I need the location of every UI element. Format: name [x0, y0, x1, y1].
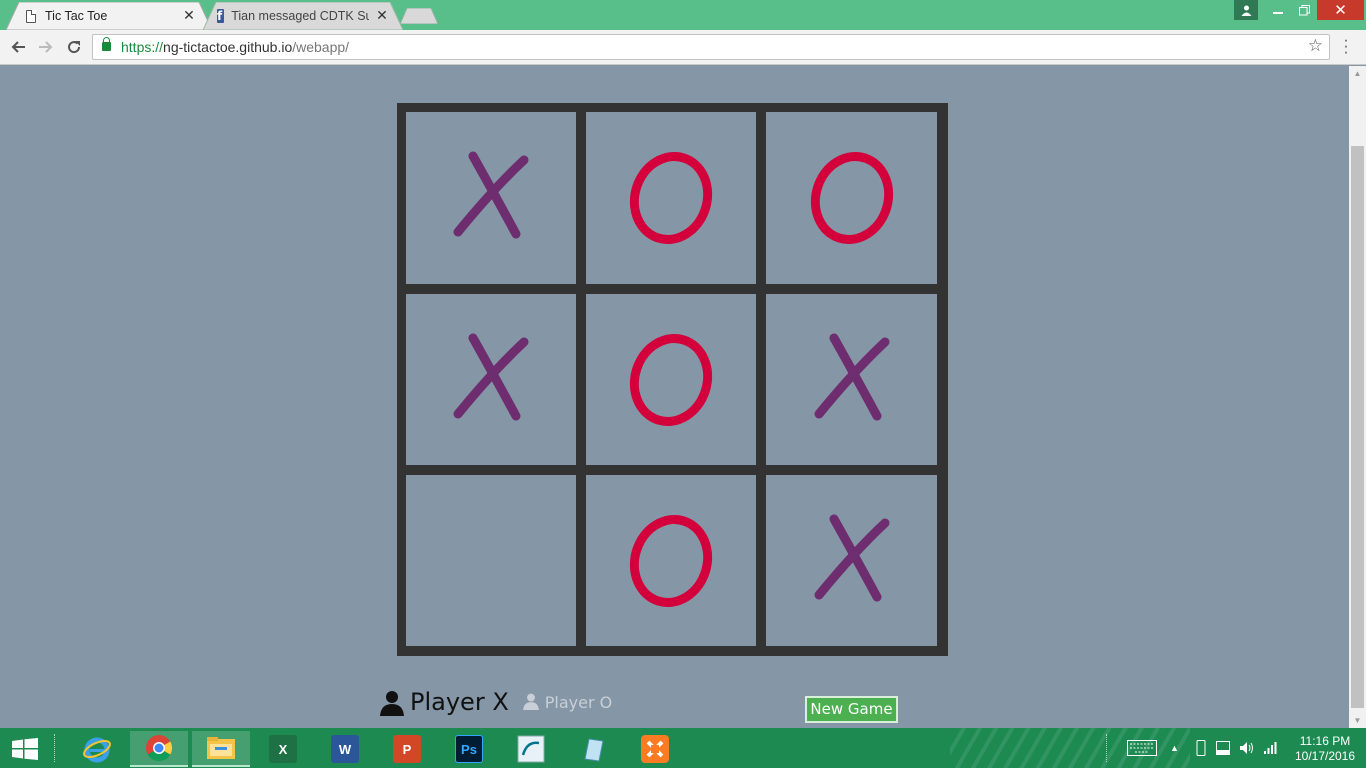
- excel-icon[interactable]: X: [254, 731, 312, 767]
- o-mark: [810, 152, 893, 244]
- person-icon: [522, 693, 539, 710]
- browser-titlebar: Tic Tac Toe ✕ f Tian messaged CDTK Sul ✕…: [0, 0, 1366, 30]
- photoshop-letter: Ps: [455, 735, 483, 763]
- forward-icon[interactable]: [35, 36, 57, 58]
- o-mark: [629, 333, 713, 426]
- tab-title: Tic Tac Toe: [45, 9, 108, 23]
- keyboard-icon[interactable]: [1127, 728, 1157, 768]
- xampp-icon[interactable]: [626, 731, 684, 767]
- player-x-indicator: Player X: [380, 688, 509, 716]
- board-cell-0-1[interactable]: [586, 112, 756, 284]
- player-x-label: Player X: [410, 688, 509, 716]
- board-cell-1-2[interactable]: [766, 294, 937, 465]
- clock-time: 11:16 PM: [1299, 734, 1351, 748]
- show-hidden-icons[interactable]: ▲: [1170, 728, 1179, 768]
- browser-toolbar: https://ng-tictactoe.github.io/webapp/ ☆…: [0, 30, 1366, 65]
- powerpoint-letter: P: [393, 735, 421, 763]
- tab-facebook[interactable]: f Tian messaged CDTK Sul ✕: [203, 2, 403, 30]
- photoshop-icon[interactable]: Ps: [440, 731, 498, 767]
- system-clock[interactable]: 11:16 PM 10/17/2016: [1290, 734, 1360, 764]
- board-cell-2-2[interactable]: [766, 475, 937, 646]
- back-icon[interactable]: [7, 36, 29, 58]
- board-cell-2-0[interactable]: [406, 475, 576, 646]
- person-icon: [380, 691, 404, 716]
- reload-icon[interactable]: [63, 36, 85, 58]
- x-mark: [814, 333, 889, 420]
- phone-icon[interactable]: [1196, 728, 1206, 768]
- windows-taskbar: X W P Ps ▲ 11:16 PM 10/17/2016: [0, 728, 1366, 768]
- page-content: Player X Player O New Game: [0, 66, 1349, 728]
- internet-explorer-icon[interactable]: [68, 731, 126, 767]
- tab-title: Tian messaged CDTK Sul: [231, 9, 369, 23]
- new-game-button[interactable]: New Game: [805, 696, 898, 723]
- tab-close-icon[interactable]: ✕: [182, 8, 196, 22]
- menu-icon[interactable]: · · ·: [1343, 31, 1349, 60]
- notepad-icon[interactable]: [564, 731, 622, 767]
- scroll-up-icon[interactable]: ▲: [1349, 66, 1366, 81]
- player-status: Player X Player O: [380, 688, 612, 716]
- url-path: /webapp/: [292, 39, 350, 55]
- tray-separator: [1106, 728, 1110, 768]
- player-o-indicator: Player O: [522, 692, 613, 712]
- network-signal-icon[interactable]: [1263, 728, 1279, 768]
- board-cell-0-0[interactable]: [406, 112, 576, 284]
- profile-icon[interactable]: [1234, 0, 1258, 20]
- lock-icon: [102, 37, 111, 51]
- x-mark: [453, 151, 529, 239]
- board-cell-1-0[interactable]: [406, 294, 576, 465]
- page-icon: [26, 9, 36, 23]
- x-mark: [814, 514, 889, 601]
- action-center-icon[interactable]: [1216, 728, 1230, 768]
- address-bar[interactable]: https://ng-tictactoe.github.io/webapp/ ☆: [92, 34, 1330, 60]
- chrome-icon[interactable]: [130, 731, 188, 767]
- x-mark: [453, 333, 529, 420]
- clock-date: 10/17/2016: [1294, 749, 1356, 763]
- url-host: ng-tictactoe.github.io: [163, 39, 293, 55]
- scrollbar[interactable]: ▲ ▼: [1349, 66, 1366, 728]
- board-cell-2-1[interactable]: [586, 475, 756, 646]
- tab-tic-tac-toe[interactable]: Tic Tac Toe ✕: [6, 2, 212, 30]
- url-scheme: https://: [121, 39, 164, 55]
- o-mark: [629, 152, 713, 244]
- powerpoint-icon[interactable]: P: [378, 731, 436, 767]
- o-mark: [629, 514, 713, 607]
- scroll-down-icon[interactable]: ▼: [1349, 713, 1366, 728]
- new-tab-button[interactable]: [400, 8, 438, 24]
- scroll-thumb[interactable]: [1351, 146, 1364, 708]
- restore-icon[interactable]: [1291, 0, 1317, 20]
- facebook-icon: f: [217, 9, 225, 23]
- tab-close-icon[interactable]: ✕: [375, 8, 389, 22]
- taskbar-separator: [54, 734, 58, 762]
- mysql-installer-icon[interactable]: [502, 731, 560, 767]
- windows-start-icon[interactable]: [12, 738, 38, 760]
- player-o-label: Player O: [544, 692, 613, 712]
- word-icon[interactable]: W: [316, 731, 374, 767]
- file-explorer-icon[interactable]: [192, 731, 250, 767]
- game-board: [397, 103, 948, 656]
- volume-icon[interactable]: [1239, 728, 1255, 768]
- excel-letter: X: [269, 735, 297, 763]
- minimize-icon[interactable]: [1265, 0, 1291, 20]
- board-cell-1-1[interactable]: [586, 294, 756, 465]
- close-window-icon[interactable]: ✕: [1317, 0, 1364, 20]
- bookmark-star-icon[interactable]: ☆: [1308, 36, 1323, 56]
- url-text[interactable]: https://ng-tictactoe.github.io/webapp/: [121, 39, 349, 55]
- word-letter: W: [331, 735, 359, 763]
- board-cell-0-2[interactable]: [766, 112, 937, 284]
